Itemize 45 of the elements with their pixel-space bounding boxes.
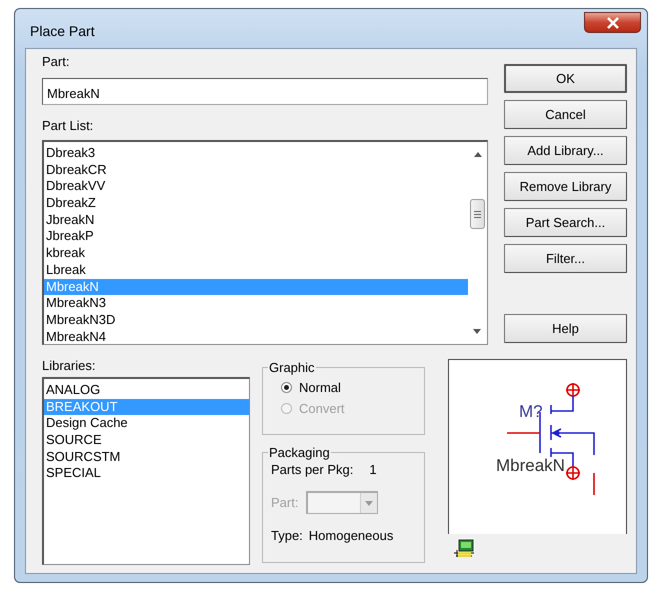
part-list-item[interactable]: kbreak	[44, 245, 468, 262]
part-name-label: MbreakN	[496, 456, 565, 475]
field-label: Part:	[42, 54, 70, 69]
close-button[interactable]	[584, 12, 641, 33]
libraries-label: Libraries:	[42, 358, 96, 373]
radio-option[interactable]: Normal	[281, 377, 416, 398]
part-field[interactable]: MbreakN	[42, 78, 488, 105]
part-list-item[interactable]: DbreakCR	[44, 162, 468, 178]
parts-per-pkg-label: Parts per Pkg:	[271, 462, 354, 477]
part-list-item[interactable]: Lbreak	[44, 262, 468, 278]
group-title: Packaging	[268, 445, 331, 460]
schematic-icon[interactable]	[453, 539, 475, 559]
scroll-down-icon[interactable]	[473, 329, 481, 334]
close-icon	[606, 16, 620, 28]
part-list-item[interactable]: MbreakN3	[44, 295, 468, 312]
part-label: Part:	[271, 495, 300, 510]
dialog-button[interactable]: Remove Library	[504, 172, 627, 201]
part-list-item[interactable]: MbreakN3D	[44, 312, 468, 329]
type-label: Type:	[271, 528, 303, 543]
dialog-button[interactable]: OK	[504, 64, 627, 93]
library-item[interactable]: Design Cache	[44, 415, 249, 432]
type-value: Homogeneous	[308, 528, 394, 543]
dropdown-arrow-icon	[365, 500, 373, 506]
part-list-item[interactable]: Dbreak3	[44, 145, 468, 162]
library-item[interactable]: SOURCE	[44, 432, 249, 449]
window-title: Place Part	[30, 22, 95, 38]
part-list-item[interactable]: JbreakP	[44, 228, 468, 246]
parts-per-pkg-value: 1	[369, 462, 377, 477]
dialog-button[interactable]: Part Search...	[504, 208, 627, 237]
scroll-thumb[interactable]	[470, 199, 485, 229]
dialog-button[interactable]: Help	[504, 314, 627, 343]
part-list-item[interactable]: JbreakN	[44, 212, 468, 228]
dialog-button[interactable]: Cancel	[504, 100, 627, 129]
dialog-button[interactable]: Filter...	[504, 244, 627, 273]
part-list-item[interactable]: DbreakVV	[44, 178, 468, 196]
part-list-item[interactable]: MbreakN4	[44, 328, 468, 344]
library-item[interactable]: ANALOG	[44, 382, 249, 399]
group-title: Graphic	[268, 360, 316, 375]
list-label: Part List:	[42, 118, 94, 133]
scroll-up-icon[interactable]	[474, 152, 482, 157]
dialog-button[interactable]: Add Library...	[504, 136, 627, 165]
library-item[interactable]: SPECIAL	[44, 465, 249, 482]
library-item[interactable]: SOURCSTM	[44, 448, 249, 466]
reference-label: M?	[519, 402, 543, 421]
part-list-item[interactable]: DbreakZ	[44, 195, 468, 212]
